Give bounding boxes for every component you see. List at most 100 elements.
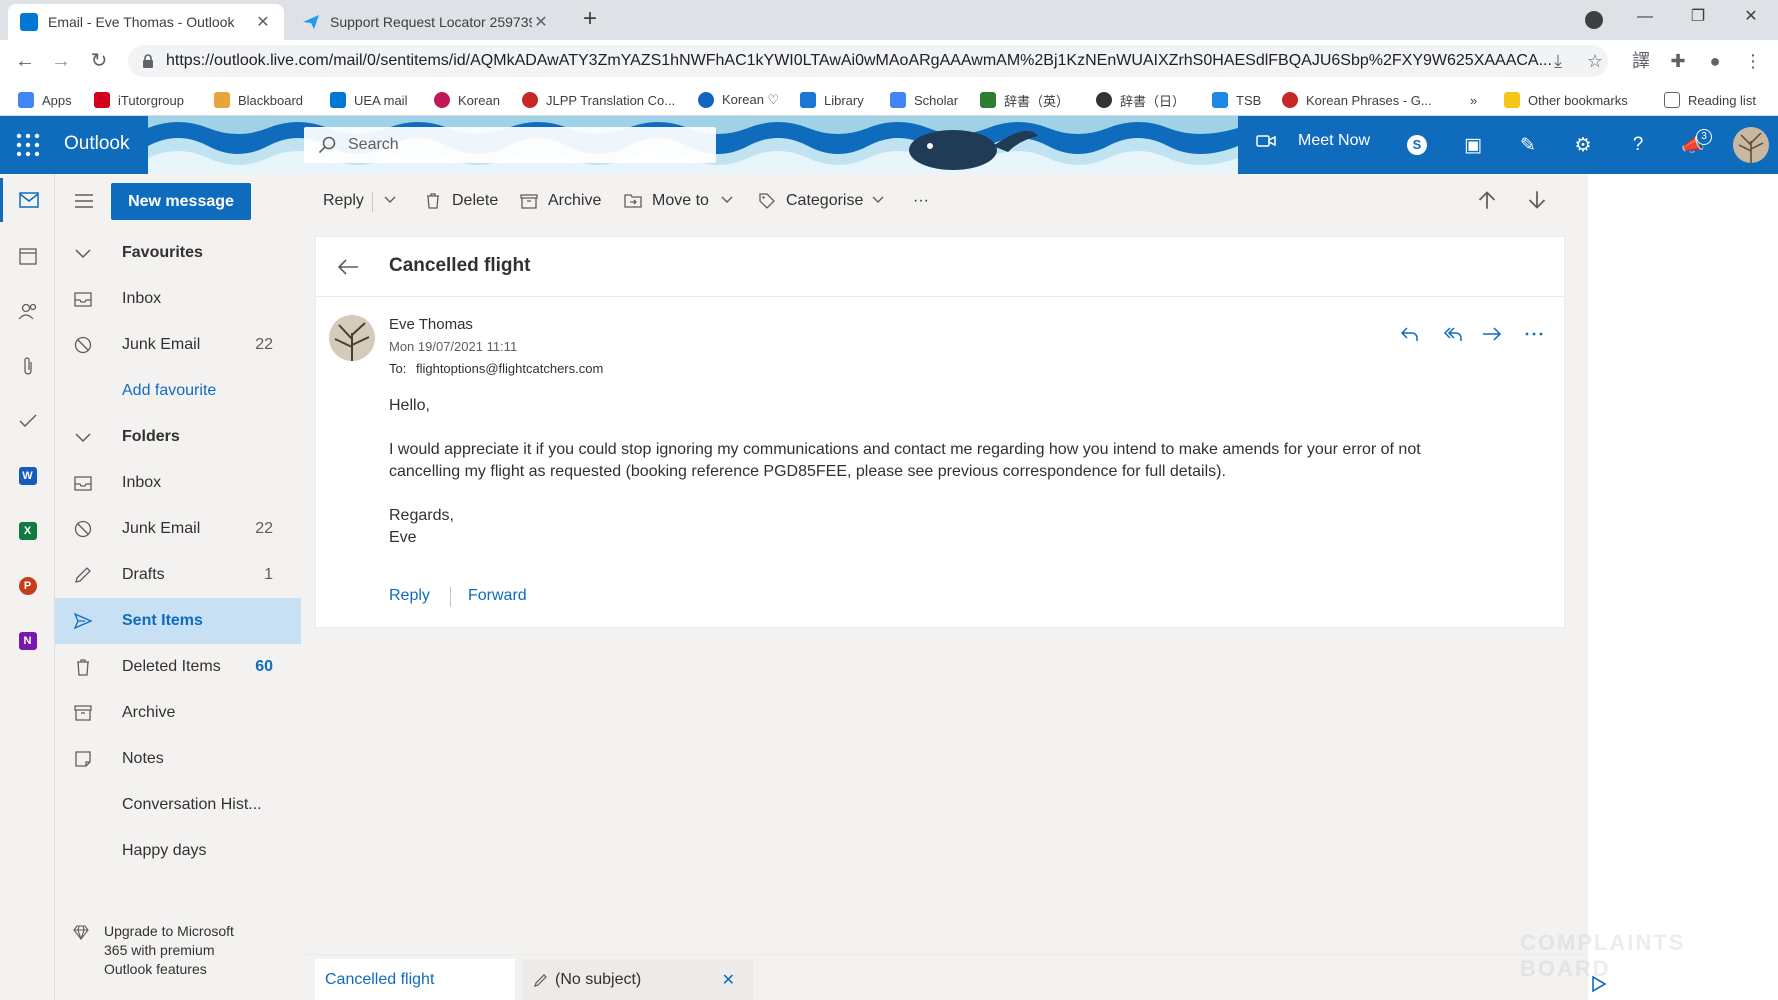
- folder-inbox[interactable]: Inbox: [55, 460, 301, 506]
- powerpoint-icon: P: [18, 577, 37, 595]
- window-close-button[interactable]: ✕: [1726, 0, 1776, 36]
- reload-button[interactable]: ↻: [84, 46, 114, 76]
- archive-button[interactable]: Archive: [520, 190, 601, 212]
- help-icon[interactable]: ?: [1625, 132, 1651, 158]
- folder-notes[interactable]: Notes: [55, 736, 301, 782]
- outlook-header: Outlook Search Meet Now S ▣ ✎ ⚙ ? 📣: [0, 116, 1778, 174]
- search-input[interactable]: Search: [304, 127, 716, 163]
- right-margin: [1588, 174, 1778, 1000]
- close-icon[interactable]: ✕: [722, 970, 735, 990]
- folder-drafts[interactable]: Drafts 1: [55, 552, 301, 598]
- gear-icon[interactable]: ⚙: [1570, 132, 1596, 158]
- reply-button[interactable]: Reply: [323, 190, 364, 212]
- quick-forward-link[interactable]: Forward: [468, 587, 527, 605]
- sender-name[interactable]: Eve Thomas: [389, 316, 473, 333]
- bookmark-scholar[interactable]: Scholar: [890, 90, 958, 110]
- move-to-button[interactable]: Move to: [624, 190, 709, 212]
- rail-calendar[interactable]: [0, 234, 55, 278]
- quick-reply-link[interactable]: Reply: [389, 587, 430, 605]
- extension-dictionary-icon[interactable]: 譯: [1628, 48, 1654, 74]
- chevron-down-icon[interactable]: [719, 192, 735, 208]
- favourite-junk-email[interactable]: Junk Email 22: [55, 322, 301, 368]
- app-launcher-icon[interactable]: [14, 131, 42, 159]
- bookmark-uea-mail[interactable]: UEA mail: [330, 90, 407, 110]
- bookmark-tsb[interactable]: TSB: [1212, 90, 1261, 110]
- install-icon[interactable]: ⤓: [1545, 48, 1571, 74]
- meet-now-button[interactable]: Meet Now: [1256, 132, 1370, 150]
- office-icon[interactable]: ▣: [1460, 132, 1486, 158]
- bookmark-itutorgroup[interactable]: iTutorgroup: [94, 90, 184, 110]
- back-arrow-icon[interactable]: [336, 257, 360, 277]
- bookmark-other[interactable]: Other bookmarks: [1504, 90, 1628, 110]
- folder-sent-items[interactable]: Sent Items: [55, 598, 301, 644]
- categorise-button[interactable]: Categorise: [758, 190, 863, 212]
- minimize-button[interactable]: —: [1620, 0, 1670, 36]
- bookmark-korean[interactable]: Korean: [434, 90, 500, 110]
- browser-menu-icon[interactable]: ⋮: [1740, 48, 1766, 74]
- more-actions-icon[interactable]: [1523, 323, 1545, 345]
- watermark: COMPLAINTS BOARD: [1520, 930, 1686, 981]
- reply-all-icon[interactable]: [1441, 323, 1463, 345]
- skype-icon[interactable]: S: [1404, 132, 1430, 158]
- folder-deleted-items[interactable]: Deleted Items 60: [55, 644, 301, 690]
- forward-button[interactable]: →: [46, 46, 76, 76]
- bookmark-blackboard[interactable]: Blackboard: [214, 90, 303, 110]
- bookmark-apps[interactable]: Apps: [18, 90, 72, 110]
- browser-tab-outlook[interactable]: Email - Eve Thomas - Outlook ✕: [8, 4, 284, 40]
- rail-powerpoint[interactable]: P: [0, 564, 55, 608]
- close-icon[interactable]: ✕: [532, 12, 550, 32]
- profile-icon[interactable]: ●: [1702, 48, 1728, 74]
- rail-todo[interactable]: [0, 399, 55, 443]
- folder-conversation-history[interactable]: Conversation Hist...: [55, 782, 301, 828]
- folder-junk-email[interactable]: Junk Email 22: [55, 506, 301, 552]
- my-day-icon[interactable]: ✎: [1515, 132, 1541, 158]
- back-button[interactable]: ←: [10, 46, 40, 76]
- sender-avatar[interactable]: [329, 315, 375, 361]
- tsb-icon: [1212, 92, 1228, 108]
- rail-word[interactable]: W: [0, 454, 55, 498]
- tab-cancelled-flight[interactable]: Cancelled flight: [315, 959, 515, 1000]
- reply-icon[interactable]: [1399, 323, 1421, 345]
- bookmark-korean-heart[interactable]: Korean ♡: [698, 90, 779, 110]
- rail-mail[interactable]: [0, 178, 55, 222]
- forward-icon[interactable]: [1481, 323, 1503, 345]
- add-favourite-link[interactable]: Add favourite: [55, 368, 301, 414]
- bookmark-jlpp[interactable]: JLPP Translation Co...: [522, 90, 675, 110]
- ad-choices-icon[interactable]: [1590, 975, 1608, 993]
- arrow-up-icon[interactable]: [1477, 190, 1497, 210]
- chevron-down-icon[interactable]: [870, 192, 886, 208]
- extensions-icon[interactable]: ✚: [1665, 48, 1691, 74]
- bookmark-star-icon[interactable]: ☆: [1582, 48, 1608, 74]
- rail-people[interactable]: [0, 289, 55, 333]
- close-icon[interactable]: ✕: [254, 12, 272, 32]
- bookmark-library[interactable]: Library: [800, 90, 864, 110]
- bookmark-dictionary-jp[interactable]: 辞書（日）: [1096, 90, 1185, 110]
- bookmark-reading-list[interactable]: Reading list: [1664, 90, 1756, 110]
- browser-tab-support[interactable]: Support Request Locator 259739 ✕: [290, 4, 562, 40]
- chevron-down-icon[interactable]: [382, 192, 398, 208]
- recipient-address[interactable]: flightoptions@flightcatchers.com: [416, 361, 603, 376]
- bookmarks-overflow-button[interactable]: »: [1470, 90, 1477, 110]
- hamburger-menu-icon[interactable]: [73, 192, 95, 210]
- restore-button[interactable]: ❐: [1673, 0, 1723, 36]
- more-options-button[interactable]: ···: [913, 190, 929, 212]
- rail-excel[interactable]: X: [0, 509, 55, 553]
- tab-draft-no-subject[interactable]: (No subject) ✕: [523, 959, 753, 1000]
- bookmark-korean-phrases[interactable]: Korean Phrases - G...: [1282, 90, 1432, 110]
- new-message-button[interactable]: New message: [111, 183, 251, 220]
- rail-files[interactable]: [0, 344, 55, 388]
- delete-button[interactable]: Delete: [424, 190, 498, 212]
- favourite-inbox[interactable]: Inbox: [55, 276, 301, 322]
- url-input[interactable]: https://outlook.live.com/mail/0/sentitem…: [128, 45, 1608, 77]
- folders-header[interactable]: Folders: [55, 414, 301, 460]
- outlook-brand[interactable]: Outlook: [64, 133, 129, 155]
- folder-archive[interactable]: Archive: [55, 690, 301, 736]
- folder-happy-days[interactable]: Happy days: [55, 828, 301, 874]
- favourites-header[interactable]: Favourites: [55, 230, 301, 276]
- rail-onenote[interactable]: N: [0, 619, 55, 663]
- tab-search-icon[interactable]: [1585, 11, 1603, 29]
- account-avatar[interactable]: [1733, 127, 1769, 163]
- new-tab-button[interactable]: +: [576, 6, 604, 34]
- arrow-down-icon[interactable]: [1527, 190, 1547, 210]
- bookmark-dictionary-en[interactable]: 辞書（英）: [980, 90, 1069, 110]
